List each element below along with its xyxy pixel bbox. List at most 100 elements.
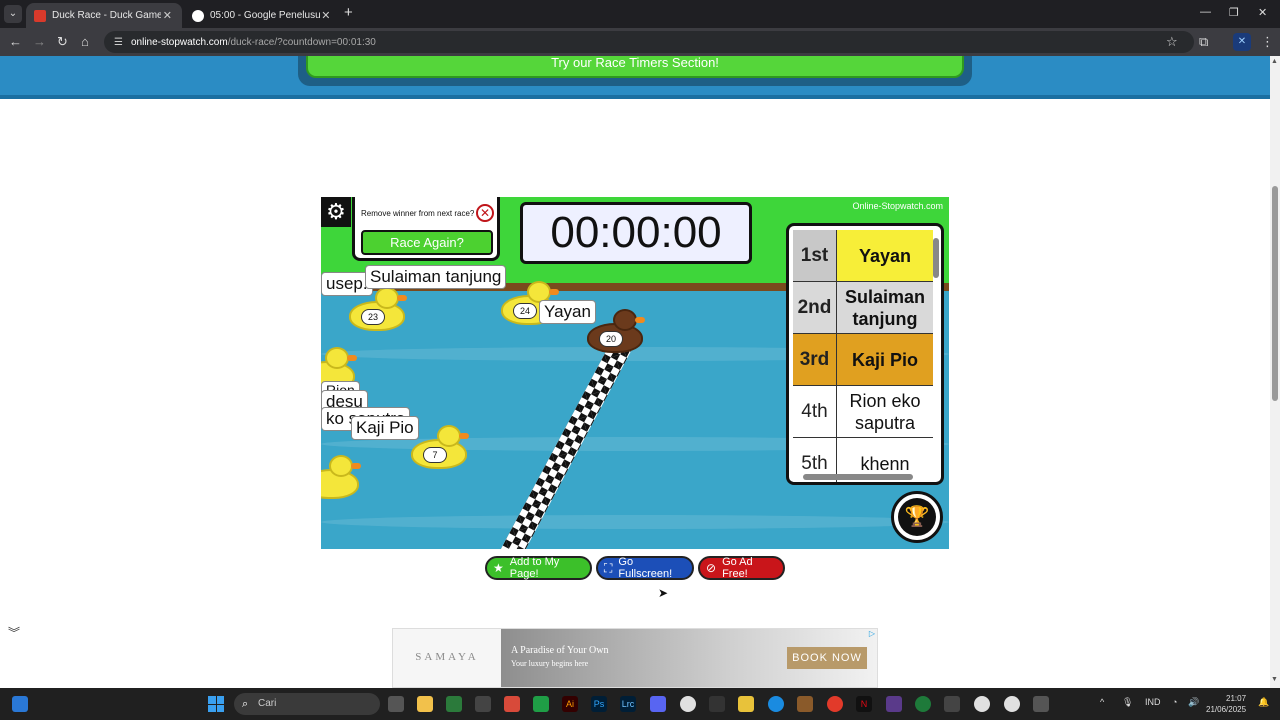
settings-gear-icon[interactable]: ⚙: [321, 197, 351, 227]
duck-race-game[interactable]: Online-Stopwatch.com ⚙ Remove winner fro…: [321, 197, 949, 549]
leaderboard-name: Yayan: [858, 245, 912, 266]
language-indicator[interactable]: IND: [1145, 697, 1161, 707]
wifi-icon[interactable]: ◔: [1172, 697, 1177, 707]
leaderboard-vertical-scrollbar[interactable]: [933, 230, 939, 470]
minimize-icon[interactable]: —: [1200, 6, 1211, 18]
leaderboard-name: Sulaiman tanjung: [844, 286, 926, 329]
new-tab-button[interactable]: +: [344, 5, 353, 21]
web-page: Try our Race Timers Section! Online-Stop…: [0, 56, 1270, 688]
app-icon[interactable]: [738, 696, 754, 712]
store-icon[interactable]: [446, 696, 462, 712]
profile-avatar[interactable]: ✕: [1233, 33, 1251, 51]
app-icon[interactable]: [1033, 696, 1049, 712]
volume-icon[interactable]: 🔊: [1188, 697, 1199, 708]
address-bar[interactable]: ☰ online-stopwatch.com/duck-race/?countd…: [104, 31, 1194, 53]
fullscreen-button[interactable]: ⛶ Go Fullscreen!: [596, 556, 694, 580]
leaderboard[interactable]: 1st Yayan 2nd Sulaiman tanjung 3rd Kaji …: [786, 223, 944, 485]
edge-icon[interactable]: [768, 696, 784, 712]
site-logo[interactable]: Online-Stopwatch.com: [852, 201, 943, 211]
extensions-icon[interactable]: ⧉: [1199, 34, 1208, 50]
top-banner: Try our Race Timers Section!: [0, 56, 1270, 99]
photoshop-icon[interactable]: Ps: [591, 696, 607, 712]
fullscreen-label: Go Fullscreen!: [618, 556, 673, 580]
leaderboard-horizontal-scrollbar[interactable]: [793, 474, 933, 480]
site-info-icon[interactable]: ☰: [114, 37, 123, 48]
tab-title: Duck Race - Duck Games: [52, 10, 161, 21]
race-again-button[interactable]: Race Again?: [361, 230, 493, 255]
ad-brand-logo: SAMAYA: [393, 629, 501, 687]
app-icon[interactable]: [797, 696, 813, 712]
chrome-profile-icon[interactable]: [1004, 696, 1020, 712]
advertisement-banner[interactable]: SAMAYA A Paradise of Your Own Your luxur…: [392, 628, 878, 688]
file-explorer-icon[interactable]: [417, 696, 433, 712]
no-ads-icon: ⊘: [706, 561, 717, 575]
bookmark-star-icon[interactable]: ☆: [1166, 34, 1178, 50]
netflix-icon[interactable]: N: [856, 696, 872, 712]
browser-toolbar: ← → ↻ ⌂ ☰ online-stopwatch.com/duck-race…: [0, 28, 1280, 56]
race-timers-button[interactable]: Try our Race Timers Section!: [306, 56, 964, 78]
lightroom-icon[interactable]: Lrc: [620, 696, 636, 712]
upwork-icon[interactable]: [915, 696, 931, 712]
home-icon[interactable]: ⌂: [81, 34, 89, 50]
app-icon[interactable]: [475, 696, 491, 712]
google-favicon-icon: [192, 9, 204, 22]
leaderboard-place: 2nd: [793, 282, 837, 333]
ad-book-now-button[interactable]: BOOK NOW: [787, 647, 867, 669]
app-icon[interactable]: [709, 696, 725, 712]
duck-number: 23: [361, 309, 385, 325]
remove-winner-toggle-icon[interactable]: ✕: [476, 204, 494, 222]
app-icon[interactable]: [504, 696, 520, 712]
water-wave: [321, 515, 949, 529]
stopwatch-favicon-icon: [34, 9, 46, 22]
notification-bell-icon[interactable]: 🔔: [1258, 697, 1269, 708]
adchoices-icon[interactable]: ▷: [869, 629, 875, 638]
tab-google-search[interactable]: 05:00 - Google Penelusuran ✕: [184, 3, 340, 28]
tab-search-button[interactable]: ⌄: [4, 5, 22, 23]
game-actions: ★ Add to My Page! ⛶ Go Fullscreen! ⊘ Go …: [485, 556, 785, 580]
widgets-icon[interactable]: [12, 696, 28, 712]
reload-icon[interactable]: ↻: [57, 34, 68, 50]
page-scrollbar[interactable]: ▲ ▼: [1270, 56, 1280, 688]
app-icon[interactable]: [944, 696, 960, 712]
search-icon: ⌕: [242, 698, 249, 710]
taskbar-search[interactable]: ⌕ Cari: [234, 693, 380, 715]
chrome-active-icon[interactable]: [974, 696, 990, 712]
tray-chevron-icon[interactable]: ^: [1100, 697, 1104, 707]
close-window-icon[interactable]: ✕: [1258, 6, 1267, 19]
discord-icon[interactable]: [650, 696, 666, 712]
app-icon[interactable]: [533, 696, 549, 712]
close-tab-icon[interactable]: ✕: [320, 9, 332, 22]
page-scroll-thumb[interactable]: [1272, 186, 1278, 401]
ad-free-button[interactable]: ⊘ Go Ad Free!: [698, 556, 785, 580]
url-host: online-stopwatch.com: [130, 36, 228, 48]
tab-duck-race[interactable]: Duck Race - Duck Games ✕: [26, 3, 182, 28]
collapse-ad-chevron-icon[interactable]: ︾: [8, 624, 20, 641]
duck-sprite: [321, 455, 361, 499]
back-arrow-icon[interactable]: ←: [9, 34, 22, 50]
leaderboard-row: 4th Rion eko saputra: [793, 386, 933, 438]
browser-menu-icon[interactable]: ⋮: [1261, 34, 1274, 50]
app-icon[interactable]: [886, 696, 902, 712]
trophy-button[interactable]: 🏆: [891, 491, 943, 543]
leaderboard-place: 3rd: [793, 334, 837, 385]
maps-icon[interactable]: [827, 696, 843, 712]
leaderboard-place: 1st: [793, 230, 837, 281]
add-to-my-page-button[interactable]: ★ Add to My Page!: [485, 556, 592, 580]
illustrator-icon[interactable]: Ai: [562, 696, 578, 712]
scroll-up-icon[interactable]: ▲: [1271, 58, 1278, 65]
chrome-icon[interactable]: [680, 696, 696, 712]
add-label: Add to My Page!: [509, 556, 560, 580]
ad-subline: Your luxury begins here: [511, 659, 589, 668]
scroll-down-icon[interactable]: ▼: [1271, 676, 1278, 683]
duck-name-tag: Sulaiman tanjung: [365, 265, 507, 289]
task-view-icon[interactable]: [388, 696, 404, 712]
taskbar-clock[interactable]: 21:07 21/06/2025: [1206, 693, 1246, 715]
remove-winner-panel: Remove winner from next race? ✕ Race Aga…: [352, 197, 500, 261]
forward-arrow-icon[interactable]: →: [33, 34, 46, 50]
close-tab-icon[interactable]: ✕: [161, 9, 174, 22]
star-icon: ★: [493, 561, 504, 575]
ad-headline: A Paradise of Your Own: [511, 645, 609, 656]
restore-icon[interactable]: ❐: [1229, 6, 1239, 19]
start-button[interactable]: [208, 696, 224, 712]
microphone-icon[interactable]: 🎙: [1122, 697, 1133, 708]
